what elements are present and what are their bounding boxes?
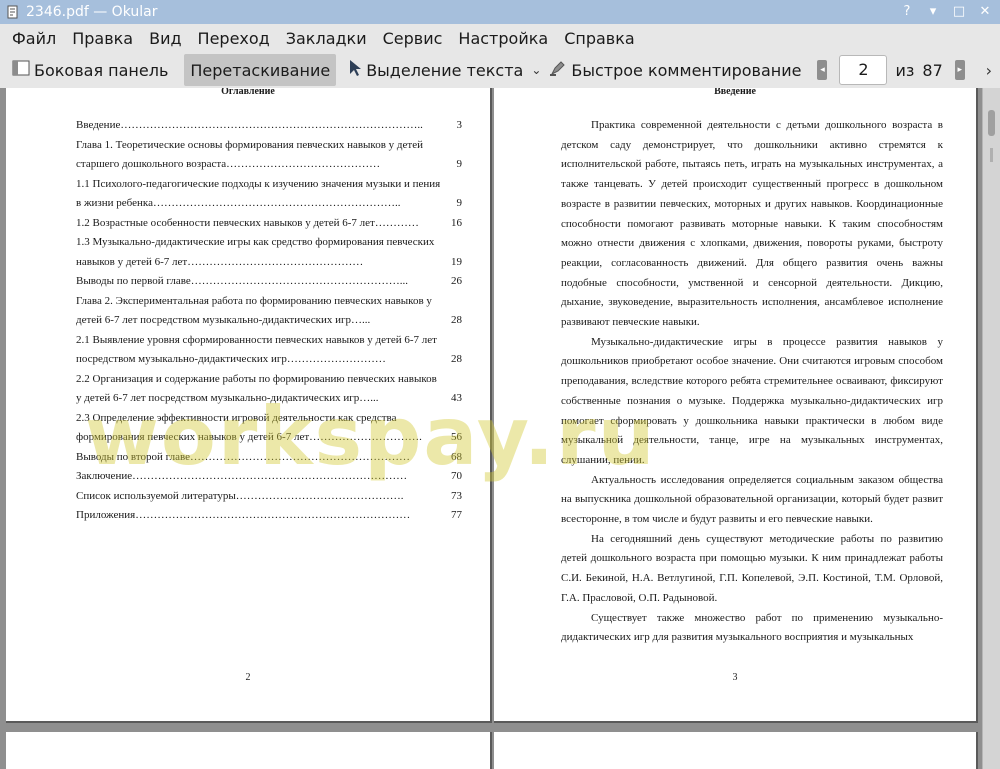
toc-entry[interactable]: Глава 2. Экспериментальная работа по фор…: [76, 292, 462, 331]
page-5-preview: [494, 732, 978, 769]
page-2: Оглавление Введение…………………………………………………………: [6, 88, 492, 723]
menu-help[interactable]: Справка: [556, 29, 643, 48]
page-3: Введение Практика современной деятельнос…: [494, 88, 978, 723]
paragraph: На сегодняшний день существуют методичес…: [561, 532, 943, 604]
toc-entry[interactable]: Выводы по первой главе…………………………………………………: [76, 272, 462, 292]
vertical-scrollbar[interactable]: [982, 88, 1000, 769]
page-4-preview: [6, 732, 492, 769]
toc-entry[interactable]: Введение……………………………………………………………………….. 3: [76, 116, 462, 136]
toolbar: Боковая панель Перетаскивание Выделение …: [0, 52, 1000, 88]
toc-entry[interactable]: Приложения………………………………………………………………… 77: [76, 506, 462, 526]
previous-page-icon[interactable]: ◂: [817, 60, 828, 80]
title-bar: 2346.pdf — Okular ? ▾ □ ✕: [0, 0, 1000, 24]
page-of-label: из: [895, 60, 915, 80]
toc-entry[interactable]: 2.3 Определение эффективности игровой де…: [76, 409, 462, 448]
menu-settings[interactable]: Настройка: [450, 29, 556, 48]
page-heading: Оглавление: [221, 88, 275, 97]
menu-go[interactable]: Переход: [190, 29, 278, 48]
select-text-button[interactable]: Выделение текста: [342, 54, 529, 86]
toc-entry[interactable]: Выводы по второй главе…………………………………………………: [76, 448, 462, 468]
menu-bar: Файл Правка Вид Переход Закладки Сервис …: [0, 24, 1000, 52]
body-text: Практика современной деятельности с деть…: [561, 116, 943, 648]
toc-entry[interactable]: Глава 1. Теоретические основы формирован…: [76, 136, 462, 175]
page-number: 3: [732, 672, 738, 683]
marker-icon: [549, 59, 567, 81]
okular-app-icon: [6, 5, 20, 19]
minimize-icon[interactable]: ▾: [924, 3, 942, 21]
toc-entry[interactable]: Список используемой литературы……………………………: [76, 487, 462, 507]
toc-entry[interactable]: 2.1 Выявление уровня сформированности пе…: [76, 331, 462, 370]
toolbar-overflow-icon[interactable]: ›: [986, 61, 992, 80]
close-icon[interactable]: ✕: [976, 3, 994, 21]
paragraph: Актуальность исследования определяется с…: [561, 473, 943, 526]
quick-comment-label: Быстрое комментирование: [571, 60, 802, 80]
chevron-down-icon: ⌄: [531, 63, 542, 77]
page-number: 2: [245, 672, 251, 683]
page-total: 87: [922, 60, 943, 80]
paragraph: Существует также множество работ по прим…: [561, 611, 943, 644]
maximize-icon[interactable]: □: [950, 3, 968, 21]
page-heading: Введение: [714, 88, 756, 97]
drag-mode-button[interactable]: Перетаскивание: [184, 54, 337, 86]
select-mode-dropdown[interactable]: ⌄: [529, 54, 543, 86]
menu-tools[interactable]: Сервис: [375, 29, 451, 48]
select-text-label: Выделение текста: [366, 60, 524, 80]
menu-view[interactable]: Вид: [141, 29, 189, 48]
toc-entry[interactable]: 1.1 Психолого-педагогические подходы к и…: [76, 175, 462, 214]
toc-entry[interactable]: 1.2 Возрастные особенности певческих нав…: [76, 214, 462, 234]
menu-file[interactable]: Файл: [4, 29, 64, 48]
paragraph: Музыкально-дидактические игры в процессе…: [561, 335, 943, 466]
toc-entry[interactable]: 1.3 Музыкально-дидактические игры как ср…: [76, 233, 462, 272]
sidebar-icon: [12, 59, 30, 81]
toc-entry[interactable]: 2.2 Организация и содержание работы по ф…: [76, 370, 462, 409]
drag-mode-label: Перетаскивание: [190, 60, 331, 80]
document-view[interactable]: Оглавление Введение…………………………………………………………: [0, 88, 1000, 769]
menu-edit[interactable]: Правка: [64, 29, 141, 48]
table-of-contents: Введение……………………………………………………………………….. 3 Г…: [76, 116, 462, 526]
page-number-input[interactable]: 2: [839, 55, 888, 85]
menu-bookmarks[interactable]: Закладки: [278, 29, 375, 48]
window-title: 2346.pdf — Okular: [26, 4, 158, 20]
sidebar-button[interactable]: Боковая панель: [6, 54, 174, 86]
scrollbar-marker: [990, 148, 993, 162]
quick-comment-button[interactable]: Быстрое комментирование: [543, 54, 807, 86]
next-page-icon[interactable]: ▸: [954, 60, 965, 80]
sidebar-label: Боковая панель: [34, 60, 169, 80]
cursor-icon: [348, 59, 362, 81]
paragraph: Практика современной деятельности с деть…: [561, 119, 943, 329]
help-icon[interactable]: ?: [898, 3, 916, 21]
toc-entry[interactable]: Заключение………………………………………………………………… 70: [76, 467, 462, 487]
scrollbar-thumb[interactable]: [988, 110, 995, 136]
